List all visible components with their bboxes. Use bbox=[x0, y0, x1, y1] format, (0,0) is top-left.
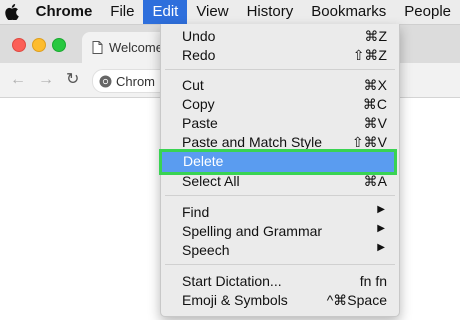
menu-item-label: Start Dictation... bbox=[182, 273, 282, 289]
reload-icon[interactable]: ↻ bbox=[66, 71, 79, 89]
menu-item-label: Cut bbox=[182, 77, 204, 93]
menu-item-label: Emoji & Symbols bbox=[182, 292, 288, 308]
menu-item-find[interactable]: Find ▶ bbox=[161, 203, 399, 222]
forward-arrow-icon[interactable]: → bbox=[38, 71, 54, 89]
menu-item-label: Redo bbox=[182, 47, 216, 63]
menu-item-label: Speech bbox=[182, 242, 230, 258]
menu-separator bbox=[165, 69, 395, 70]
menu-item-emoji-and-symbols[interactable]: Emoji & Symbols ^⌘Space bbox=[161, 291, 399, 310]
zoom-window-button[interactable] bbox=[52, 38, 66, 52]
menu-item-shortcut: ⌘A bbox=[363, 173, 387, 189]
menu-item-label: Find bbox=[182, 204, 210, 220]
menu-item-redo[interactable]: Redo ⇧⌘Z bbox=[161, 46, 399, 65]
address-bar-text: Chrom bbox=[116, 73, 156, 89]
menu-item-label: Paste and Match Style bbox=[182, 134, 323, 150]
menu-separator bbox=[165, 264, 395, 265]
menu-item-undo[interactable]: Undo ⌘Z bbox=[161, 27, 399, 46]
menu-item-start-dictation[interactable]: Start Dictation... fn fn bbox=[161, 272, 399, 291]
submenu-arrow-icon: ▶ bbox=[377, 242, 385, 253]
menu-item-shortcut: ^⌘Space bbox=[326, 292, 387, 308]
submenu-arrow-icon: ▶ bbox=[377, 204, 385, 215]
menu-item-shortcut: ⌘X bbox=[363, 77, 387, 93]
menu-item-label: Undo bbox=[182, 28, 216, 44]
menu-item-label: Delete bbox=[183, 153, 224, 169]
menu-item-paste-and-match-style[interactable]: Paste and Match Style ⇧⌘V bbox=[161, 133, 399, 152]
menu-edit[interactable]: Edit bbox=[143, 0, 188, 24]
menu-item-speech[interactable]: Speech ▶ bbox=[161, 241, 399, 260]
menu-people[interactable]: People bbox=[395, 0, 460, 24]
menu-chrome[interactable]: Chrome bbox=[24, 0, 102, 24]
apple-logo-icon[interactable] bbox=[0, 0, 24, 24]
edit-menu-dropdown: Undo ⌘Z Redo ⇧⌘Z Cut ⌘X Copy ⌘C Paste ⌘V… bbox=[159, 24, 400, 317]
menu-item-copy[interactable]: Copy ⌘C bbox=[161, 95, 399, 114]
menu-bar: Chrome File Edit View History Bookmarks … bbox=[0, 0, 460, 25]
menu-item-shortcut: ⇧⌘V bbox=[351, 134, 387, 150]
tab-title: Welcome bbox=[109, 40, 163, 55]
menu-bookmarks[interactable]: Bookmarks bbox=[302, 0, 395, 24]
menu-item-delete[interactable]: Delete bbox=[159, 149, 397, 175]
menu-item-label: Select All bbox=[182, 173, 240, 189]
menu-view[interactable]: View bbox=[187, 0, 237, 24]
submenu-arrow-icon: ▶ bbox=[377, 223, 385, 234]
menu-item-shortcut: ⌘Z bbox=[364, 28, 387, 44]
minimize-window-button[interactable] bbox=[32, 38, 46, 52]
back-arrow-icon[interactable]: ← bbox=[10, 71, 26, 89]
menu-item-shortcut: ⇧⌘Z bbox=[352, 47, 387, 63]
menu-item-label: Paste bbox=[182, 115, 218, 131]
menu-separator bbox=[165, 195, 395, 196]
chrome-logo-icon bbox=[99, 75, 112, 88]
menu-item-select-all[interactable]: Select All ⌘A bbox=[161, 172, 399, 191]
menu-item-shortcut: ⌘V bbox=[363, 115, 387, 131]
menu-item-spelling-and-grammar[interactable]: Spelling and Grammar ▶ bbox=[161, 222, 399, 241]
document-icon bbox=[92, 41, 103, 54]
menu-file[interactable]: File bbox=[101, 0, 143, 24]
menu-item-label: Spelling and Grammar bbox=[182, 223, 323, 239]
menu-item-shortcut: ⌘C bbox=[362, 96, 387, 112]
menu-history[interactable]: History bbox=[238, 0, 303, 24]
close-window-button[interactable] bbox=[12, 38, 26, 52]
menu-item-cut[interactable]: Cut ⌘X bbox=[161, 76, 399, 95]
menu-item-label: Copy bbox=[182, 96, 215, 112]
menu-item-shortcut: fn fn bbox=[359, 273, 387, 289]
menu-item-paste[interactable]: Paste ⌘V bbox=[161, 114, 399, 133]
